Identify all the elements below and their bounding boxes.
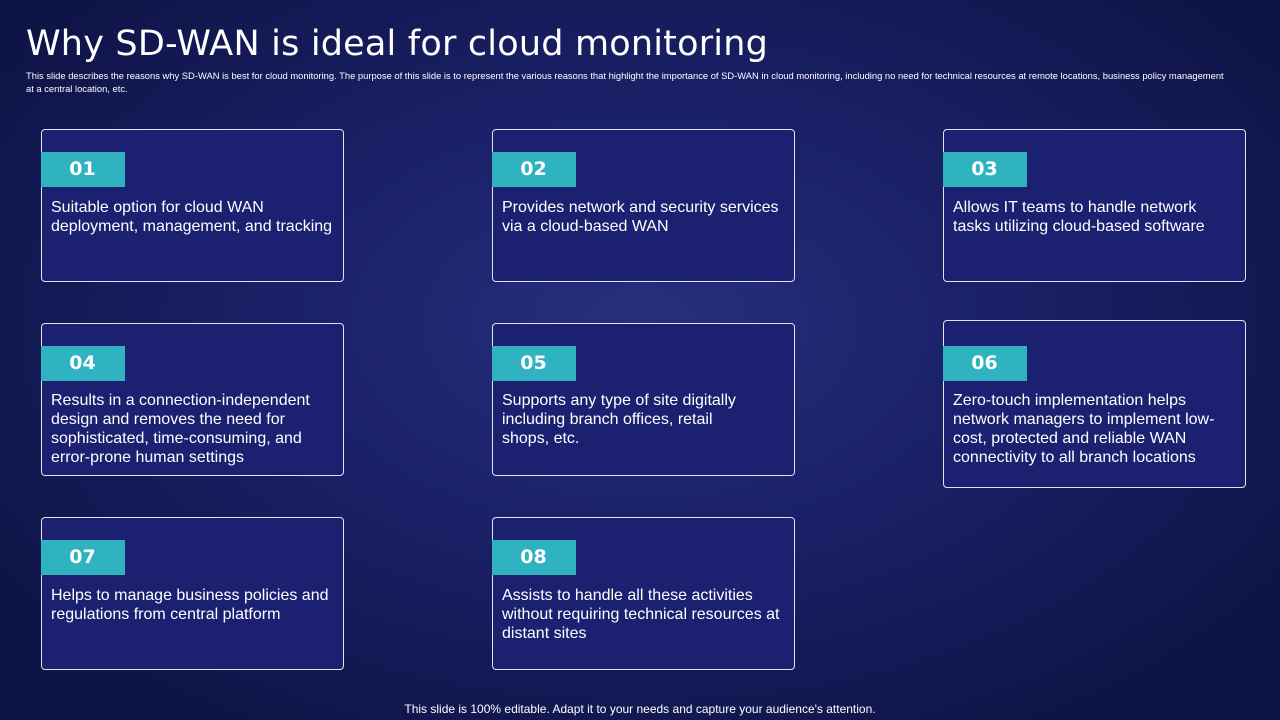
reason-text: Suitable option for cloud WAN deployment… [51,199,333,235]
reason-card-04: 04 Results in a connection-independent d… [40,323,344,476]
slide-footer: This slide is 100% editable. Adapt it to… [404,702,876,716]
reason-text: Allows IT teams to handle network tasks … [953,199,1205,235]
reason-text: Supports any type of site digitally incl… [502,392,736,447]
reason-number-badge: 08 [491,540,576,575]
reason-number-badge: 03 [942,152,1027,187]
reason-number-badge: 07 [40,540,125,575]
reason-card-07: 07 Helps to manage business policies and… [40,517,344,670]
slide-title: Why SD-WAN is ideal for cloud monitoring [26,24,769,64]
reason-text: Assists to handle all these activities w… [502,587,780,642]
reason-card-06: 06 Zero-touch implementation helps netwo… [942,320,1246,488]
reason-text: Results in a connection-independent desi… [51,392,310,466]
reason-text: Helps to manage business policies and re… [51,587,329,623]
reason-text: Zero-touch implementation helps network … [953,392,1215,466]
reason-card-05: 05 Supports any type of site digitally i… [491,323,795,476]
reason-number-badge: 02 [491,152,576,187]
reason-number-badge: 04 [40,346,125,381]
reason-number-badge: 05 [491,346,576,381]
reason-text: Provides network and security services v… [502,199,779,235]
reason-card-03: 03 Allows IT teams to handle network tas… [942,129,1246,282]
reason-card-02: 02 Provides network and security service… [491,129,795,282]
reason-card-08: 08 Assists to handle all these activitie… [491,517,795,670]
reason-number-badge: 01 [40,152,125,187]
reason-card-01: 01 Suitable option for cloud WAN deploym… [40,129,344,282]
slide-subtitle: This slide describes the reasons why SD-… [26,70,1224,94]
reason-number-badge: 06 [942,346,1027,381]
